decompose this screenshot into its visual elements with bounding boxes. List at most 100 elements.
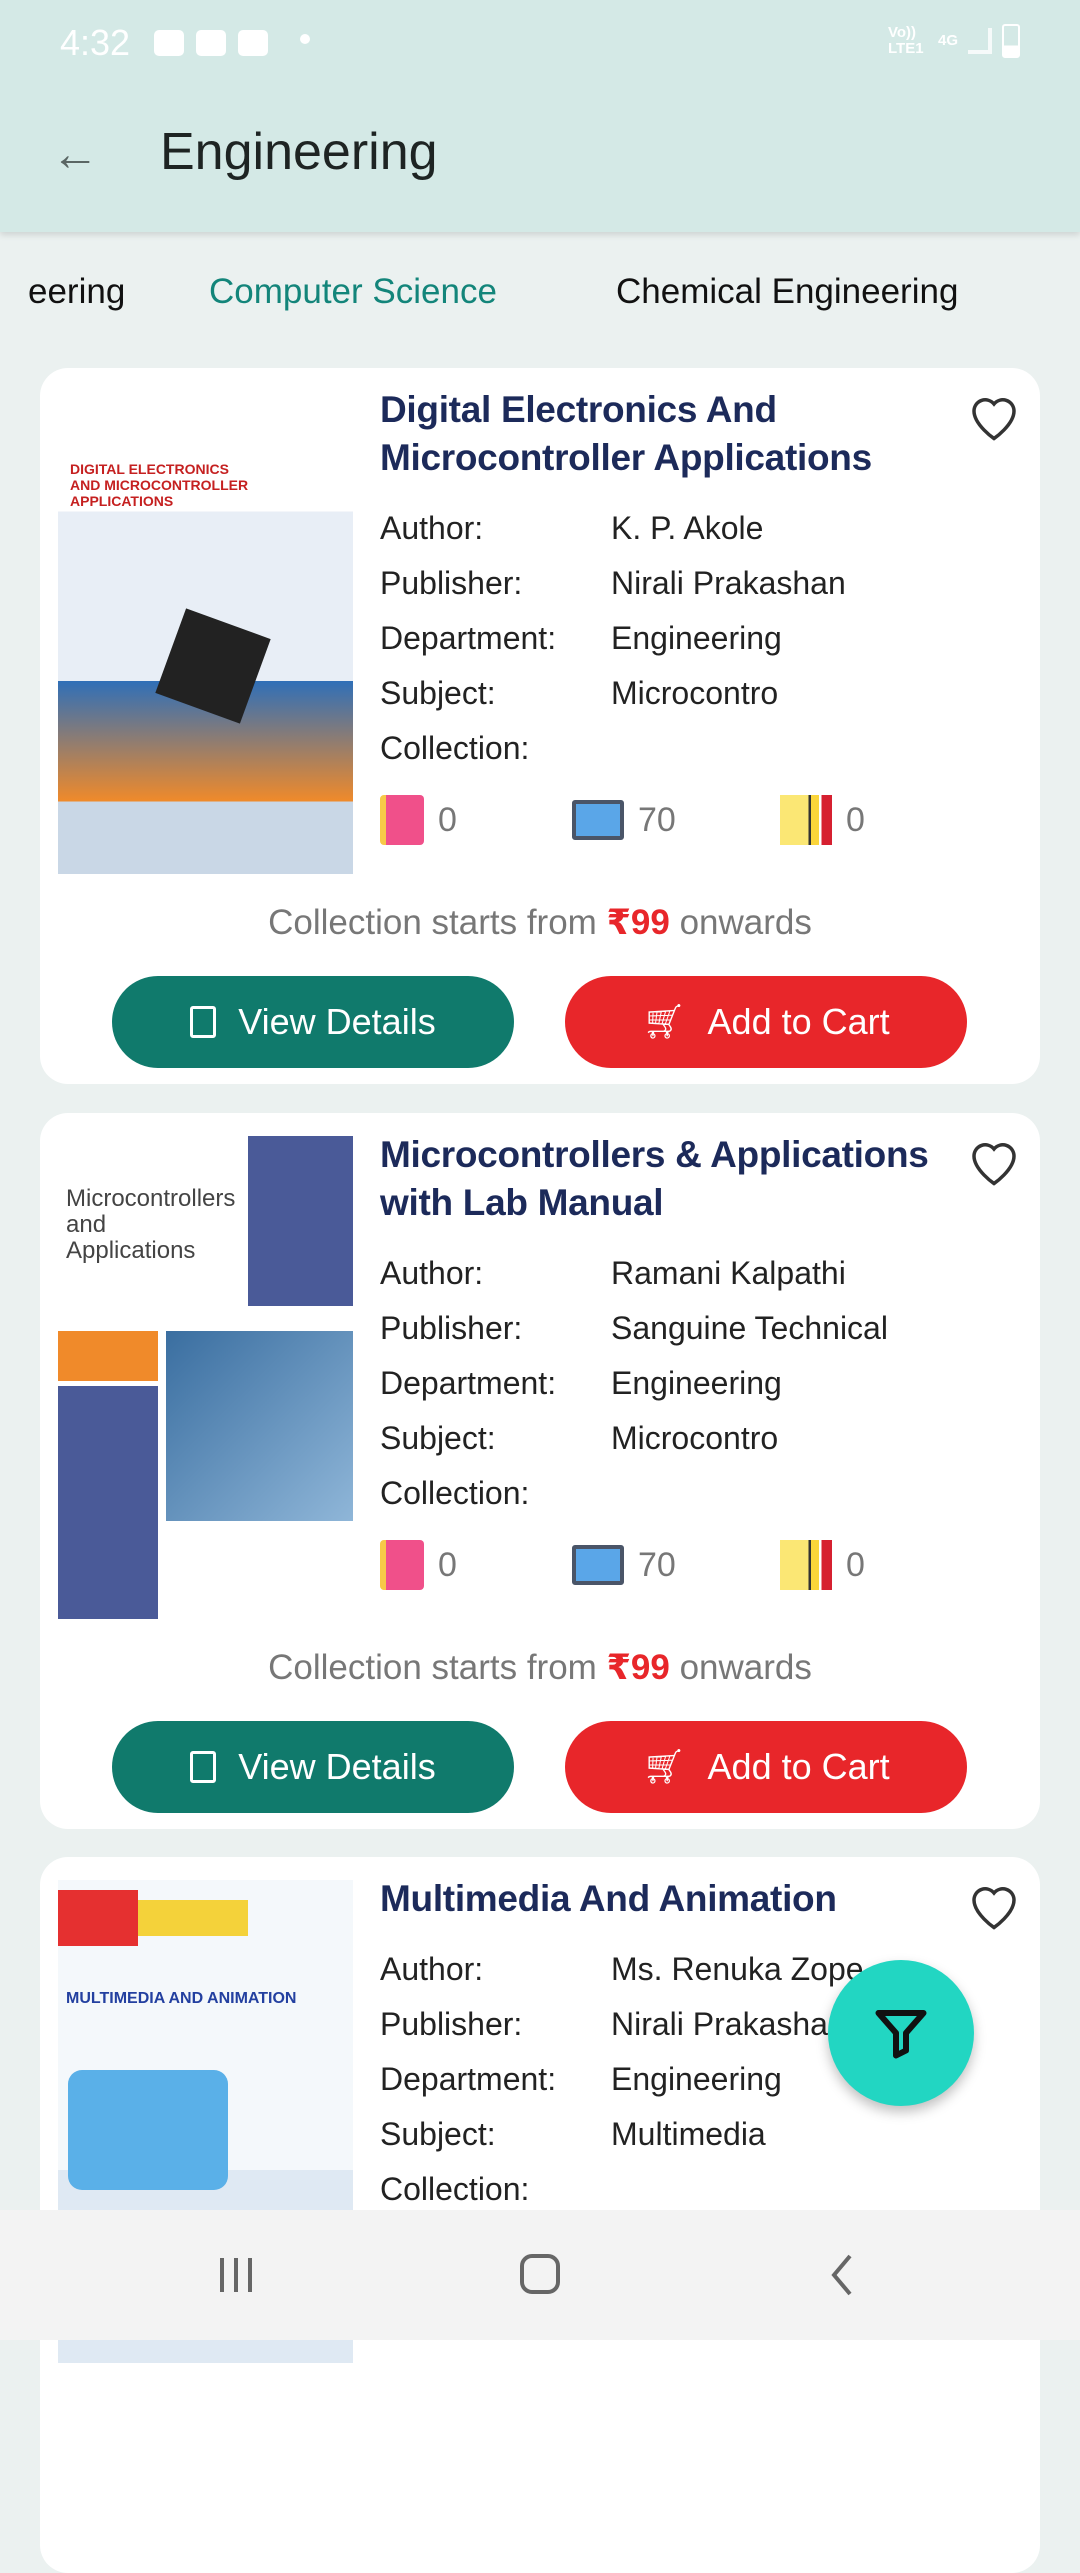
- view-details-label: View Details: [238, 1001, 436, 1042]
- book-title[interactable]: Digital Electronics And Microcontroller …: [380, 386, 1000, 482]
- heart-icon[interactable]: [964, 1131, 1024, 1191]
- system-nav-bar: [0, 2210, 1080, 2340]
- status-bar: 4:32 Vo)) LTE1 4G: [60, 18, 1020, 68]
- video-count: 70: [638, 800, 676, 839]
- video-icon: [572, 1545, 624, 1585]
- page-title: Engineering: [160, 123, 438, 181]
- price: ₹99: [606, 903, 670, 942]
- view-details-button[interactable]: View Details: [112, 976, 514, 1068]
- cover-block: [138, 1900, 248, 1936]
- network-label: Vo)) LTE1: [887, 24, 924, 57]
- cover-image: [68, 2070, 228, 2190]
- collection-prefix: Collection starts from: [268, 903, 597, 942]
- category-tabs: eering Computer Science Chemical Enginee…: [0, 232, 1080, 352]
- back-button[interactable]: ←: [48, 128, 102, 182]
- collection-label: Collection:: [380, 730, 530, 766]
- department-label: Department:: [380, 620, 557, 656]
- price: ₹99: [606, 1648, 670, 1687]
- cover-title: DIGITAL ELECTRONICS AND MICROCONTROLLER …: [70, 461, 249, 509]
- collection-suffix: onwards: [679, 903, 812, 942]
- collection-label: Collection:: [380, 2171, 530, 2207]
- book-cover[interactable]: DIGITAL ELECTRONICS AND MICROCONTROLLER …: [58, 391, 353, 874]
- chip-image: [155, 608, 271, 724]
- add-to-cart-label: Add to Cart: [707, 1001, 890, 1042]
- circuit-image: [166, 1331, 353, 1521]
- author-label: Author:: [380, 1951, 484, 1987]
- author-label: Author:: [380, 510, 484, 546]
- view-details-label: View Details: [238, 1746, 436, 1787]
- status-time: 4:32: [60, 22, 131, 63]
- cover-block: [58, 1331, 158, 1381]
- subject-label: Subject:: [380, 1420, 496, 1456]
- recent-apps-button[interactable]: [206, 2250, 266, 2300]
- video-icon: [572, 800, 624, 840]
- book-card: Microcontrollers and Applications Microc…: [40, 1113, 1040, 1829]
- subject-value: Microcontro: [611, 1420, 779, 1456]
- notes-count: 0: [846, 800, 865, 839]
- department-value: Engineering: [611, 1365, 782, 1401]
- collection-price-text: Collection starts from ₹99 onwards: [40, 1648, 1040, 1688]
- tab-chemical-engineering[interactable]: Chemical Engineering: [616, 272, 958, 312]
- add-to-cart-button[interactable]: 🛒︎ Add to Cart: [565, 976, 967, 1068]
- document-icon: [190, 1751, 217, 1783]
- heart-icon[interactable]: [964, 386, 1024, 446]
- video-count: 70: [638, 1545, 676, 1584]
- department-label: Department:: [380, 2061, 557, 2097]
- filter-button[interactable]: [828, 1960, 974, 2106]
- collection-price-text: Collection starts from ₹99 onwards: [40, 903, 1040, 943]
- back-nav-button[interactable]: [812, 2250, 872, 2300]
- battery-icon: [1002, 24, 1020, 58]
- signal-icon: [968, 28, 992, 54]
- cart-icon: 🛒︎: [642, 1003, 686, 1041]
- book-card: DIGITAL ELECTRONICS AND MICROCONTROLLER …: [40, 368, 1040, 1084]
- cover-title: Microcontrollers and Applications: [66, 1185, 236, 1264]
- youtube-icon: [196, 30, 226, 56]
- youtube-icon: [238, 30, 268, 56]
- gallery-icon: [154, 30, 184, 56]
- app-bar: 4:32 Vo)) LTE1 4G ← Engineering: [0, 0, 1080, 232]
- ebook-icon: [380, 1540, 424, 1590]
- book-title[interactable]: Microcontrollers & Applications with Lab…: [380, 1131, 1000, 1227]
- tab-computer-science[interactable]: Computer Science: [209, 272, 497, 312]
- heart-icon[interactable]: [964, 1875, 1024, 1935]
- subject-label: Subject:: [380, 2116, 496, 2152]
- author-value: K. P. Akole: [611, 510, 764, 546]
- collection-label: Collection:: [380, 1475, 530, 1511]
- publisher-value: Nirali Prakashan: [611, 2006, 846, 2042]
- collection-suffix: onwards: [679, 1648, 812, 1687]
- publisher-label: Publisher:: [380, 2006, 523, 2042]
- author-label: Author:: [380, 1255, 484, 1291]
- publisher-label: Publisher:: [380, 1310, 523, 1346]
- subject-value: Microcontro: [611, 675, 779, 711]
- notes-icon: [780, 1540, 832, 1590]
- department-value: Engineering: [611, 2061, 782, 2097]
- subject-label: Subject:: [380, 675, 496, 711]
- add-to-cart-button[interactable]: 🛒︎ Add to Cart: [565, 1721, 967, 1813]
- filter-icon: [875, 2010, 927, 2059]
- ebook-count: 0: [438, 800, 457, 839]
- home-button[interactable]: [510, 2250, 570, 2300]
- dot-icon: [300, 34, 310, 44]
- add-to-cart-label: Add to Cart: [707, 1746, 890, 1787]
- department-label: Department:: [380, 1365, 557, 1401]
- net-type-label: 4G: [937, 32, 958, 49]
- book-cover[interactable]: Microcontrollers and Applications: [58, 1136, 353, 1619]
- cover-block: [248, 1136, 353, 1306]
- cart-icon: 🛒︎: [642, 1748, 686, 1786]
- view-details-button[interactable]: View Details: [112, 1721, 514, 1813]
- tab-engineering[interactable]: eering: [28, 272, 125, 312]
- department-value: Engineering: [611, 620, 782, 656]
- cover-block: [58, 1890, 138, 1946]
- publisher-value: Sanguine Technical: [611, 1310, 888, 1346]
- document-icon: [190, 1006, 217, 1038]
- author-value: Ramani Kalpathi: [611, 1255, 846, 1291]
- cover-title: MULTIMEDIA AND ANIMATION: [66, 1990, 297, 2007]
- author-value: Ms. Renuka Zope: [611, 1951, 864, 1987]
- subject-value: Multimedia: [611, 2116, 766, 2152]
- ebook-icon: [380, 795, 424, 845]
- book-title[interactable]: Multimedia And Animation: [380, 1875, 1000, 1923]
- ebook-count: 0: [438, 1545, 457, 1584]
- notes-icon: [780, 795, 832, 845]
- cover-block: [58, 1386, 158, 1619]
- publisher-value: Nirali Prakashan: [611, 565, 846, 601]
